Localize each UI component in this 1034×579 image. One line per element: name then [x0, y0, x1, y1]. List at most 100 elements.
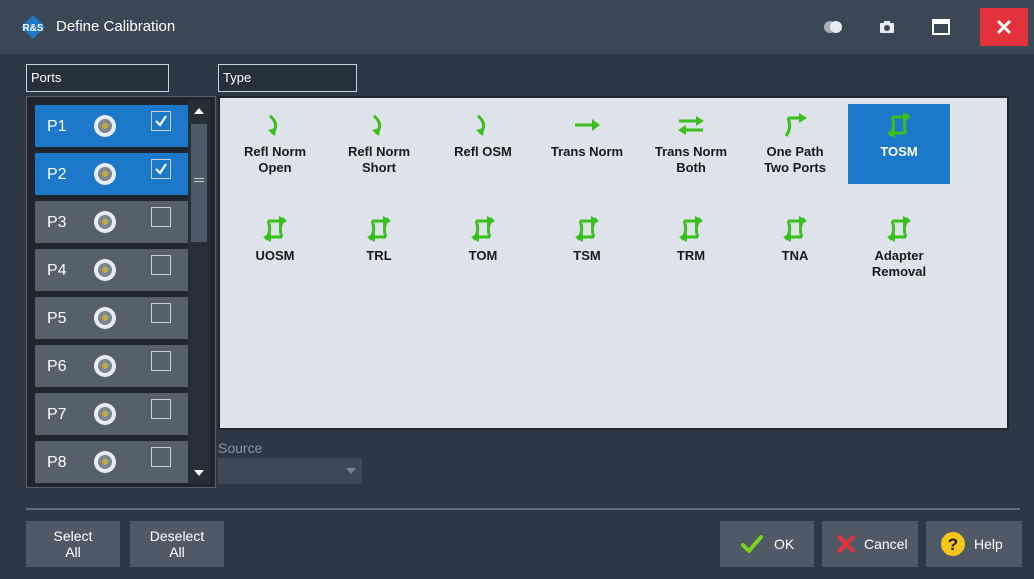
- source-label: Source: [218, 440, 263, 456]
- port-checkbox[interactable]: [151, 111, 171, 131]
- scroll-thumb[interactable]: [191, 124, 207, 242]
- triangle-up-icon: [194, 108, 204, 114]
- port-row[interactable]: P4: [35, 249, 207, 291]
- calibration-type-label: TOSM: [880, 144, 918, 159]
- port-row[interactable]: P5: [35, 297, 207, 339]
- ok-label: OK: [774, 536, 795, 552]
- rohde-schwarz-logo-icon: R&S: [21, 15, 45, 39]
- port-label: P5: [47, 310, 67, 327]
- toggle-icon: [824, 21, 842, 33]
- port-label: P6: [47, 358, 67, 375]
- calibration-type-item[interactable]: TRL: [328, 208, 430, 288]
- port-row[interactable]: P8: [35, 441, 207, 483]
- calibration-type-item[interactable]: Refl OSM: [432, 104, 534, 184]
- chevron-down-icon: [346, 468, 356, 474]
- calibration-type-item[interactable]: Refl Norm Short: [328, 104, 430, 184]
- calibration-type-item[interactable]: Adapter Removal: [848, 208, 950, 288]
- calibration-type-label: Trans Norm: [550, 144, 624, 159]
- port-label: P7: [47, 406, 67, 423]
- help-label: Help: [974, 536, 1003, 552]
- two-port-arrows-icon: [367, 216, 391, 242]
- calibration-type-item[interactable]: TOM: [432, 208, 534, 288]
- scroll-grip-line: [194, 181, 204, 182]
- cancel-label: Cancel: [864, 536, 908, 552]
- calibration-type-item[interactable]: Trans Norm Both: [640, 104, 742, 184]
- port-checkbox[interactable]: [151, 159, 171, 179]
- port-checkbox[interactable]: [151, 351, 171, 371]
- port-label: P1: [47, 118, 67, 135]
- two-port-arrows-icon: [575, 216, 599, 242]
- checkmark-icon: [155, 163, 167, 175]
- checkmark-icon: [741, 535, 763, 553]
- port-checkbox[interactable]: [151, 399, 171, 419]
- port-connector-icon: [94, 403, 116, 425]
- port-checkbox[interactable]: [151, 207, 171, 227]
- deselect-all-button[interactable]: Deselect All: [130, 521, 224, 567]
- calibration-type-item[interactable]: One Path Two Ports: [744, 104, 846, 184]
- scroll-up-button[interactable]: [188, 100, 210, 122]
- port-row[interactable]: P3: [35, 201, 207, 243]
- port-label: P3: [47, 214, 67, 231]
- two-port-arrows-icon: [783, 216, 807, 242]
- calibration-type-item[interactable]: UOSM: [224, 208, 326, 288]
- maximize-button[interactable]: [920, 8, 962, 46]
- calibration-type-item[interactable]: TOSM: [848, 104, 950, 184]
- close-button[interactable]: [980, 8, 1028, 46]
- port-row[interactable]: P6: [35, 345, 207, 387]
- two-port-arrows-icon: [471, 216, 495, 242]
- calibration-type-label: TSM: [573, 248, 601, 263]
- type-header: Type: [218, 64, 357, 92]
- svg-text:R&S: R&S: [22, 23, 43, 34]
- calibration-type-label: TRL: [366, 248, 392, 263]
- maximize-icon: [932, 19, 950, 35]
- port-connector-icon: [94, 355, 116, 377]
- port-connector-icon: [94, 115, 116, 137]
- calibration-type-item[interactable]: TSM: [536, 208, 638, 288]
- calibration-type-item[interactable]: TNA: [744, 208, 846, 288]
- port-checkbox[interactable]: [151, 303, 171, 323]
- triangle-down-icon: [194, 470, 204, 476]
- camera-icon: [880, 21, 894, 33]
- select-all-button[interactable]: Select All: [26, 521, 120, 567]
- divider: [26, 508, 1020, 510]
- port-row[interactable]: P7: [35, 393, 207, 435]
- port-checkbox[interactable]: [151, 255, 171, 275]
- scroll-down-button[interactable]: [188, 462, 210, 484]
- cancel-button[interactable]: Cancel: [822, 521, 918, 567]
- port-label: P8: [47, 454, 67, 471]
- calibration-type-label: Refl Norm Open: [243, 144, 307, 175]
- close-icon: [996, 19, 1012, 35]
- calibration-type-item[interactable]: Trans Norm: [536, 104, 638, 184]
- toggle-button[interactable]: [812, 8, 854, 46]
- ports-scrollbar[interactable]: [188, 100, 210, 484]
- port-row[interactable]: P1: [35, 105, 207, 147]
- select-all-label: Select All: [53, 528, 93, 560]
- port-row[interactable]: P2: [35, 153, 207, 195]
- one-path-arrow-icon: [784, 113, 807, 137]
- calibration-type-label: Trans Norm Both: [654, 144, 728, 175]
- calibration-type-item[interactable]: Refl Norm Open: [224, 104, 326, 184]
- refl-arrow-icon: [372, 114, 381, 136]
- ok-button[interactable]: OK: [720, 521, 814, 567]
- port-connector-icon: [94, 307, 116, 329]
- calibration-type-label: TNA: [781, 248, 809, 263]
- calibration-type-item[interactable]: TRM: [640, 208, 742, 288]
- calibration-type-label: Refl OSM: [454, 144, 512, 159]
- two-port-arrows-icon: [887, 112, 911, 138]
- screenshot-button[interactable]: [866, 8, 908, 46]
- help-button[interactable]: ? Help: [926, 521, 1022, 567]
- calibration-type-label: TRM: [676, 248, 706, 263]
- calibration-type-label: TOM: [468, 248, 498, 263]
- title-bar: R&S Define Calibration: [0, 0, 1034, 54]
- port-label: P4: [47, 262, 67, 279]
- port-checkbox[interactable]: [151, 447, 171, 467]
- right-arrow-icon: [575, 119, 600, 131]
- two-port-arrows-icon: [263, 216, 287, 242]
- calibration-type-label: Refl Norm Short: [347, 144, 411, 175]
- svg-text:?: ?: [948, 535, 958, 554]
- calibration-type-label: Adapter Removal: [871, 248, 927, 279]
- port-connector-icon: [94, 451, 116, 473]
- port-label: P2: [47, 166, 67, 183]
- port-connector-icon: [94, 163, 116, 185]
- two-port-arrows-icon: [887, 216, 911, 242]
